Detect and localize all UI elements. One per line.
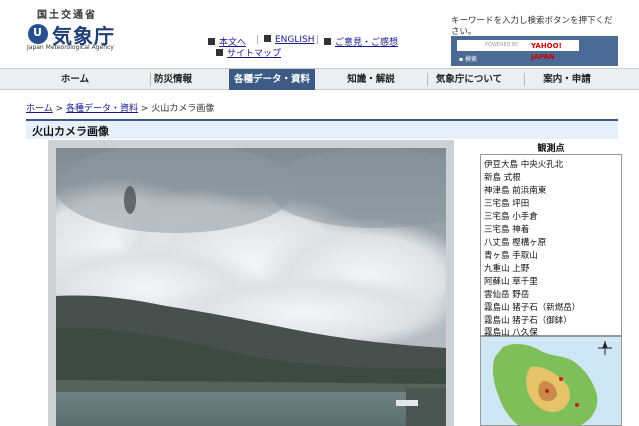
sea <box>56 392 446 426</box>
station-item[interactable]: 霧島山 猪子石（御鉢） <box>484 314 572 326</box>
breadcrumb-separator: > <box>140 104 149 114</box>
volcano-camera-image[interactable] <box>56 148 446 426</box>
link-label: サイトマップ <box>227 49 282 59</box>
station-item[interactable]: 霧島山 猪子石（新燃岳） <box>484 301 580 313</box>
divider: | <box>316 35 320 45</box>
station-item[interactable]: 阿蘇山 草千里 <box>484 275 538 287</box>
station-marker <box>559 377 563 381</box>
station-item[interactable]: 八丈島 樫構ヶ原 <box>484 236 546 248</box>
sitemap-link[interactable]: サイトマップ <box>216 46 281 59</box>
station-marker <box>545 389 549 393</box>
bullet-icon <box>216 49 223 56</box>
breadcrumb-data[interactable]: 各種データ・資料 <box>66 104 138 114</box>
search-input[interactable]: POWERED BY YAHOO! JAPAN <box>457 40 579 61</box>
breadcrumb-current: 火山カメラ画像 <box>151 104 215 114</box>
station-item[interactable]: 三宅島 坪田 <box>484 197 529 209</box>
island-map <box>481 337 621 425</box>
search-box: POWERED BY YAHOO! JAPAN ▪ 検索 <box>451 36 618 66</box>
ministry-label: 国土交通省 <box>37 10 97 21</box>
station-item[interactable]: 三宅島 神着 <box>484 223 529 235</box>
english-link[interactable]: ENGLISH <box>264 35 315 45</box>
nav-data-materials[interactable]: 各種データ・資料 <box>229 69 315 90</box>
boat <box>396 400 418 406</box>
foreground-shore <box>406 388 446 426</box>
stations-heading: 観測点 <box>537 144 565 154</box>
station-item[interactable]: 新島 式根 <box>484 171 521 183</box>
camera-scene <box>56 148 446 426</box>
station-item[interactable]: 九重山 上野 <box>484 262 529 274</box>
station-map[interactable] <box>480 336 622 426</box>
global-nav: ホーム 防災情報 各種データ・資料 知識・解説 気象庁について 案内・申請 <box>0 68 639 90</box>
feedback-link[interactable]: ご意見・ご感想 <box>324 35 398 48</box>
link-label: ENGLISH <box>275 35 315 45</box>
bullet-icon <box>264 35 271 42</box>
station-item[interactable]: 伊豆大島 中央火孔北 <box>484 158 563 170</box>
breadcrumb-separator: > <box>55 104 64 114</box>
breadcrumb-home[interactable]: ホーム <box>26 104 53 114</box>
search-hint: キーワードを入力し検索ボタンを押下ください。 <box>451 16 613 37</box>
agency-english-name: Japan Meteorological Agency <box>27 44 114 51</box>
site-header: 国土交通省 気象庁 Japan Meteorological Agency 本文… <box>0 0 639 68</box>
breadcrumb: ホーム > 各種データ・資料 > 火山カメラ画像 <box>26 101 214 114</box>
title-bar: 火山カメラ画像 <box>26 119 618 139</box>
bullet-icon <box>324 38 331 45</box>
divider: | <box>256 35 260 45</box>
nav-about-jma[interactable]: 気象庁について <box>414 69 524 90</box>
station-item[interactable]: 三宅島 小手倉 <box>484 210 538 222</box>
stations-list: 伊豆大島 中央火孔北 新島 式根 神津島 前浜南東 三宅島 坪田 三宅島 小手倉… <box>480 154 622 338</box>
station-item[interactable]: 青ヶ島 手取山 <box>484 249 538 261</box>
station-item[interactable]: 雲仙岳 野岳 <box>484 288 529 300</box>
lens-spot <box>124 186 136 214</box>
powered-by-label: POWERED BY <box>485 42 519 48</box>
station-marker <box>575 403 579 407</box>
link-label: ご意見・ご感想 <box>335 38 399 48</box>
nav-knowledge[interactable]: 知識・解説 <box>316 69 426 90</box>
nav-disaster-info[interactable]: 防災情報 <box>118 69 228 90</box>
search-button[interactable]: ▪ 検索 <box>459 54 477 63</box>
station-item[interactable]: 神津島 前浜南東 <box>484 184 546 196</box>
camera-frame <box>48 140 454 426</box>
bullet-icon <box>208 38 215 45</box>
nav-guidance[interactable]: 案内・申請 <box>512 69 622 90</box>
search-button-label: 検索 <box>464 56 477 63</box>
page-title: 火山カメラ画像 <box>32 125 109 138</box>
jma-logo-icon[interactable] <box>28 24 48 44</box>
yahoo-logo: YAHOO! JAPAN <box>531 42 562 61</box>
